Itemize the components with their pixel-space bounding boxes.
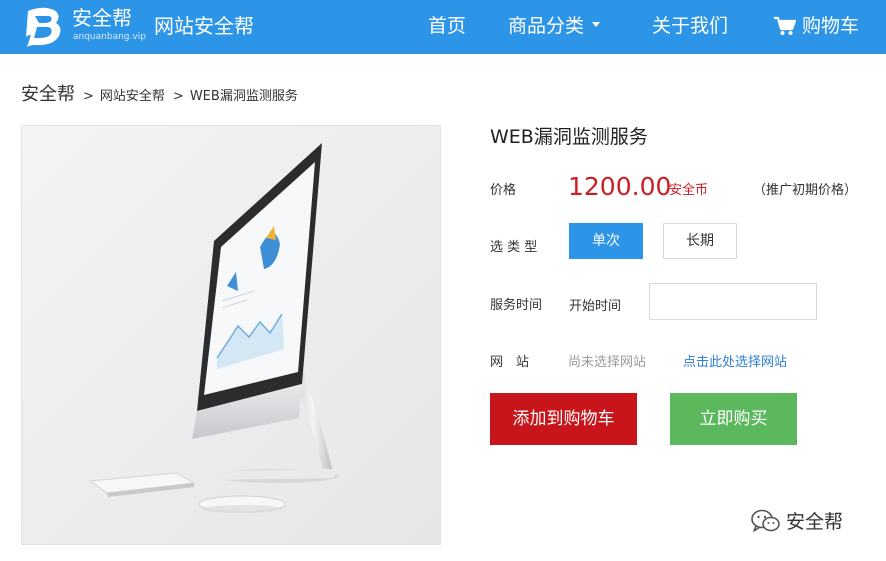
wechat-watermark: 安全帮 bbox=[750, 507, 843, 534]
choose-website-link[interactable]: 点击此处选择网站 bbox=[683, 351, 787, 370]
website-label: 网 站 bbox=[490, 355, 530, 370]
top-header: 安全帮 anquanbang.vip 网站安全帮 首页 商品分类 关于我们 购物… bbox=[0, 0, 886, 54]
start-time-label: 开始时间 bbox=[569, 299, 622, 314]
nav-category[interactable]: 商品分类 bbox=[508, 13, 601, 39]
add-to-cart-button[interactable]: 添加到购物车 bbox=[490, 393, 637, 445]
cart-icon bbox=[774, 16, 796, 35]
price-value: 1200.00 bbox=[568, 172, 672, 201]
type-label: 选 类 型 bbox=[490, 240, 538, 255]
start-time-input[interactable] bbox=[649, 283, 817, 320]
product-title: WEB漏洞监测服务 bbox=[490, 126, 648, 148]
breadcrumb-separator: > bbox=[83, 89, 94, 104]
type-option-single[interactable]: 单次 bbox=[569, 223, 643, 259]
nav-cart-label: 购物车 bbox=[802, 15, 860, 37]
service-time-label: 服务时间 bbox=[490, 298, 543, 313]
logo-domain: anquanbang.vip bbox=[73, 32, 146, 42]
promo-note: （推广初期价格） bbox=[753, 183, 858, 198]
caret-down-icon bbox=[592, 22, 601, 27]
nav-about[interactable]: 关于我们 bbox=[652, 13, 728, 39]
price-currency: 安全币 bbox=[669, 183, 709, 198]
type-option-long[interactable]: 长期 bbox=[663, 223, 737, 259]
nav-category-label: 商品分类 bbox=[508, 15, 585, 37]
price-label: 价格 bbox=[490, 183, 517, 198]
nav-cart[interactable]: 购物车 bbox=[774, 13, 859, 39]
nav-home[interactable]: 首页 bbox=[428, 13, 466, 39]
product-image bbox=[21, 125, 441, 545]
breadcrumb-category[interactable]: 网站安全帮 bbox=[100, 85, 165, 104]
breadcrumb-separator: > bbox=[172, 89, 184, 104]
breadcrumb: 安全帮 > 网站安全帮 > WEB漏洞监测服务 bbox=[21, 80, 298, 106]
website-status: 尚未选择网站 bbox=[568, 355, 647, 370]
logo-text: 安全帮 bbox=[72, 6, 132, 30]
logo-b-icon[interactable] bbox=[22, 5, 64, 49]
wechat-icon bbox=[751, 509, 780, 532]
site-name[interactable]: 网站安全帮 bbox=[154, 13, 254, 39]
breadcrumb-current: WEB漏洞监测服务 bbox=[189, 89, 298, 104]
breadcrumb-home[interactable]: 安全帮 bbox=[21, 80, 75, 106]
watermark-text: 安全帮 bbox=[786, 511, 844, 533]
imac-illustration bbox=[22, 126, 440, 544]
buy-now-button[interactable]: 立即购买 bbox=[670, 393, 797, 445]
